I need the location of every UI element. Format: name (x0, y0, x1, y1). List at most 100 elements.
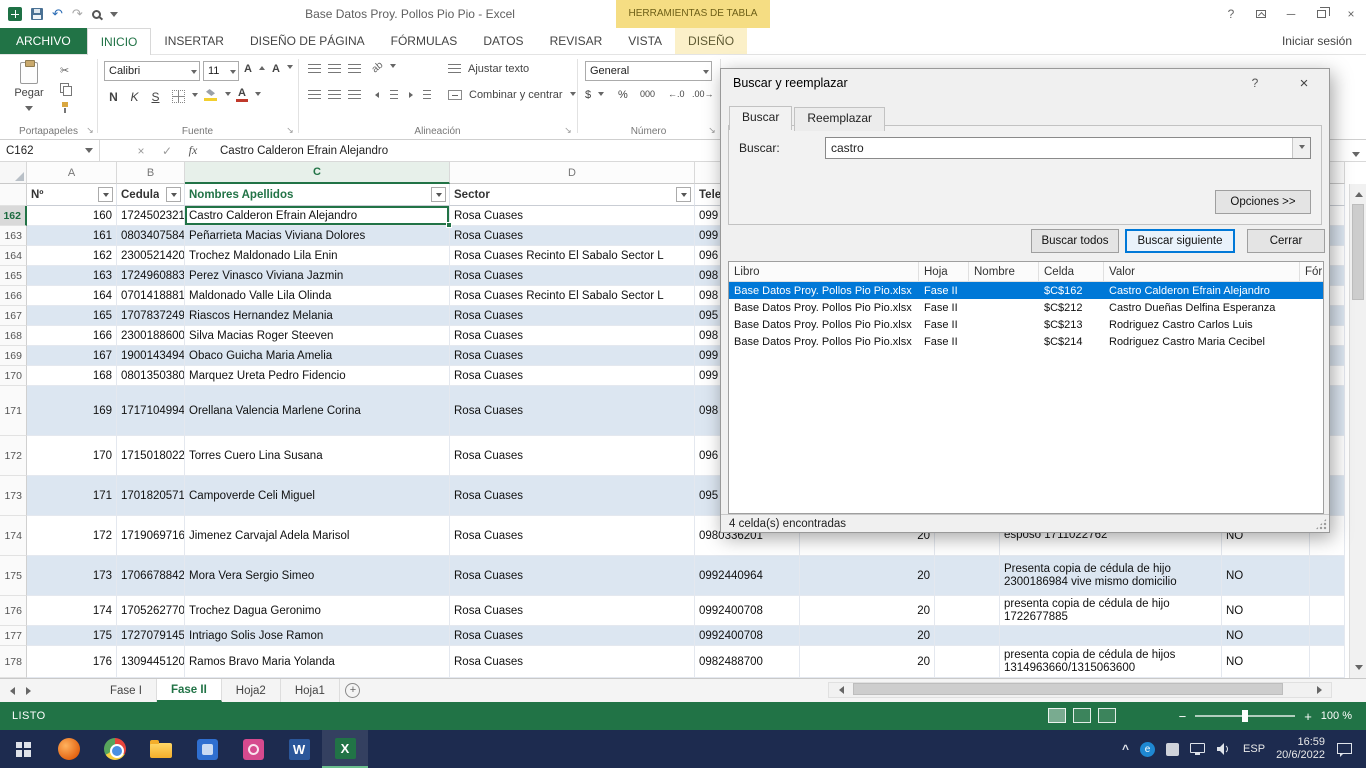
cell-D169[interactable]: Rosa Cuases (450, 346, 695, 366)
expand-formula-bar-icon[interactable] (1352, 152, 1360, 161)
vertical-scrollbar[interactable] (1349, 184, 1366, 678)
results-column-valor[interactable]: Valor (1104, 262, 1300, 281)
help-icon[interactable]: ? (1216, 0, 1246, 28)
sheet-tab-hoja2[interactable]: Hoja2 (222, 679, 281, 702)
cell-F176[interactable]: 20 (800, 596, 935, 626)
cell-E178[interactable]: 0982488700 (695, 646, 800, 678)
ribbon-tab-inicio[interactable]: INICIO (87, 28, 152, 55)
result-row-2[interactable]: Base Datos Proy. Pollos Pio Pio.xlsxFase… (729, 299, 1323, 316)
cell-E175[interactable]: 0992440964 (695, 556, 800, 596)
cell-A162[interactable]: 160 (27, 206, 117, 226)
taskbar-explorer-icon[interactable] (138, 730, 184, 768)
filter-icon[interactable] (166, 187, 181, 202)
cell-D170[interactable]: Rosa Cuases (450, 366, 695, 386)
cell-E176[interactable]: 0992400708 (695, 596, 800, 626)
cell-B164[interactable]: 2300521420 (117, 246, 185, 266)
cell-B170[interactable]: 0801350380 (117, 366, 185, 386)
cell-F175[interactable]: 20 (800, 556, 935, 596)
cell-B178[interactable]: 1309445120 (117, 646, 185, 678)
hscroll-left-icon[interactable] (829, 686, 849, 694)
ribbon-tab-f-rmulas[interactable]: FÓRMULAS (378, 28, 471, 54)
dialog-help-icon[interactable]: ? (1237, 69, 1273, 97)
cell-B172[interactable]: 1715018022 (117, 436, 185, 476)
normal-view-icon[interactable] (1048, 708, 1066, 723)
cell-C169[interactable]: Obaco Guicha Maria Amelia (185, 346, 450, 366)
find-next-button[interactable]: Buscar siguiente (1125, 229, 1235, 253)
cell-H178[interactable]: presenta copia de cédula de hijos 131496… (1000, 646, 1222, 678)
clipboard-dialog-launcher-icon[interactable]: ↘ (84, 124, 96, 136)
insert-function-icon[interactable]: fx (180, 143, 206, 158)
row-header-171[interactable]: 171 (0, 386, 27, 436)
zoom-slider-thumb[interactable] (1242, 710, 1248, 722)
zoom-slider[interactable] (1195, 715, 1295, 717)
formula-input[interactable]: Castro Calderon Efrain Alejandro (220, 145, 388, 157)
cell-B165[interactable]: 1724960883 (117, 266, 185, 286)
filter-icon[interactable] (431, 187, 446, 202)
cell-E177[interactable]: 0992400708 (695, 626, 800, 646)
zoom-in-icon[interactable]: + (1304, 710, 1312, 723)
cell-A177[interactable]: 175 (27, 626, 117, 646)
scroll-up-icon[interactable] (1350, 184, 1366, 201)
cell-A174[interactable]: 172 (27, 516, 117, 556)
wrap-text-button[interactable]: Ajustar texto (448, 63, 529, 75)
ribbon-tab-revisar[interactable]: REVISAR (537, 28, 616, 54)
cell-J177[interactable] (1310, 626, 1345, 646)
cell-C168[interactable]: Silva Macias Roger Steeven (185, 326, 450, 346)
cell-J175[interactable] (1310, 556, 1345, 596)
orientation-button[interactable]: ab (372, 62, 396, 73)
cell-A168[interactable]: 166 (27, 326, 117, 346)
ribbon-tab-vista[interactable]: VISTA (615, 28, 675, 54)
network-icon[interactable] (1190, 743, 1205, 753)
horizontal-align-buttons[interactable] (308, 90, 361, 100)
cell-B171[interactable]: 1717104994 (117, 386, 185, 436)
tray-gray-app-icon[interactable] (1166, 743, 1179, 756)
cell-D162[interactable]: Rosa Cuases (450, 206, 695, 226)
row-header-167[interactable]: 167 (0, 306, 27, 326)
result-row-1[interactable]: Base Datos Proy. Pollos Pio Pio.xlsxFase… (729, 282, 1323, 299)
scroll-down-icon[interactable] (1350, 661, 1366, 678)
cell-G177[interactable] (935, 626, 1000, 646)
vertical-align-buttons[interactable] (308, 64, 361, 74)
undo-icon[interactable]: ↶ (52, 7, 63, 21)
cell-F177[interactable]: 20 (800, 626, 935, 646)
cell-B176[interactable]: 1705262770 (117, 596, 185, 626)
paste-dropdown-icon[interactable] (25, 106, 33, 115)
tab-buscar[interactable]: Buscar (729, 106, 792, 130)
tab-nav-right-icon[interactable] (20, 679, 40, 702)
cell-D168[interactable]: Rosa Cuases (450, 326, 695, 346)
name-box[interactable]: C162 (0, 140, 100, 162)
fill-color-button[interactable] (204, 89, 231, 101)
cell-J178[interactable] (1310, 646, 1345, 678)
filter-icon[interactable] (676, 187, 691, 202)
find-replace-dialog[interactable]: Buscar y reemplazar ? × Buscar Reemplaza… (720, 68, 1330, 533)
row-header-175[interactable]: 175 (0, 556, 27, 596)
close-button[interactable]: Cerrar (1247, 229, 1325, 253)
result-row-4[interactable]: Base Datos Proy. Pollos Pio Pio.xlsxFase… (729, 333, 1323, 350)
cell-B167[interactable]: 1707837249 (117, 306, 185, 326)
font-dialog-launcher-icon[interactable]: ↘ (284, 124, 296, 136)
percent-style-button[interactable]: % (618, 89, 628, 101)
cell-B175[interactable]: 1706678842 (117, 556, 185, 596)
row-header-177[interactable]: 177 (0, 626, 27, 646)
redo-icon[interactable]: ↷ (72, 7, 83, 21)
cell-A172[interactable]: 170 (27, 436, 117, 476)
cell-D167[interactable]: Rosa Cuases (450, 306, 695, 326)
cell-D163[interactable]: Rosa Cuases (450, 226, 695, 246)
decrease-decimal-button[interactable]: .00→ (692, 89, 714, 99)
ribbon-tab-dise-o-de-p-gina[interactable]: DISEÑO DE PÁGINA (237, 28, 378, 54)
ribbon-tab-insertar[interactable]: INSERTAR (151, 28, 237, 54)
search-input[interactable]: castro (825, 137, 1311, 159)
cell-D176[interactable]: Rosa Cuases (450, 596, 695, 626)
taskbar-firefox-icon[interactable] (46, 730, 92, 768)
sheet-tab-fase-ii[interactable]: Fase II (157, 679, 222, 702)
cell-C167[interactable]: Riascos Hernandez Melania (185, 306, 450, 326)
font-size-combo[interactable]: 11 (203, 61, 239, 81)
merge-center-button[interactable]: Combinar y centrar (448, 89, 576, 101)
shrink-font-icon[interactable]: A (272, 64, 280, 74)
row-header-168[interactable]: 168 (0, 326, 27, 346)
column-letter-A[interactable]: A (27, 162, 117, 184)
cell-B169[interactable]: 1900143494 (117, 346, 185, 366)
cell-C166[interactable]: Maldonado Valle Lila Olinda (185, 286, 450, 306)
cancel-icon[interactable]: × (128, 144, 154, 158)
tray-app-icon[interactable]: e (1140, 742, 1155, 757)
